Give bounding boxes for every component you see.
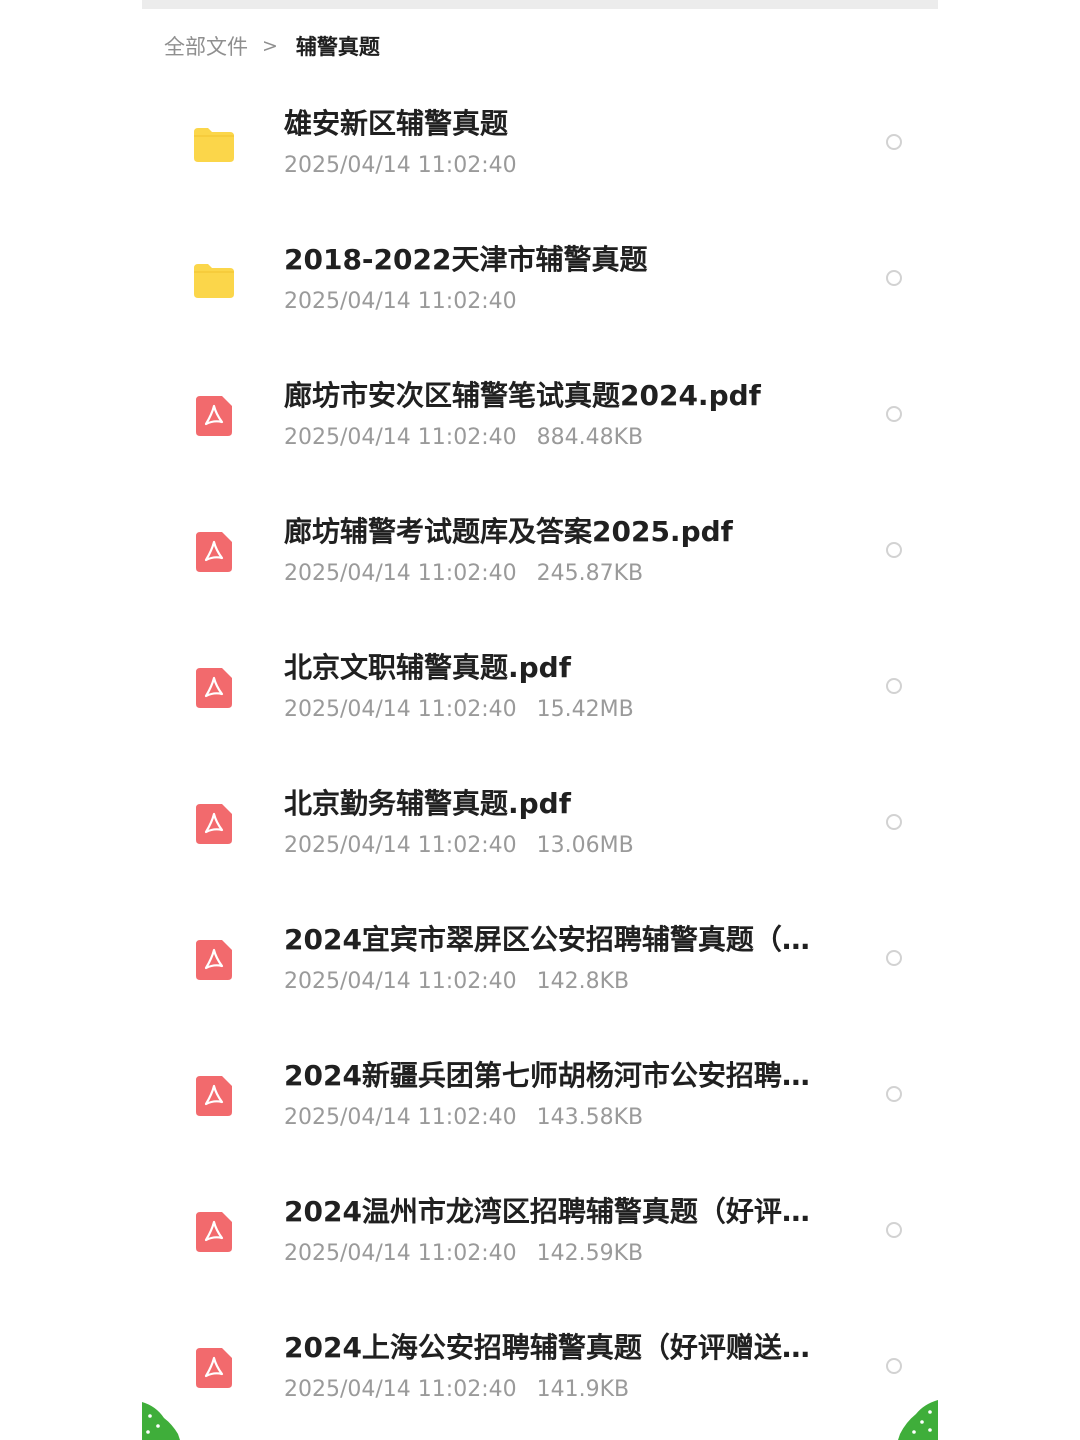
breadcrumb-separator: > — [262, 35, 278, 57]
file-size: 143.58KB — [536, 1105, 644, 1130]
plant-decoration-left — [142, 1402, 180, 1440]
folder-icon — [192, 258, 236, 302]
file-row[interactable]: 2018-2022天津市辅警真题 2025/04/14 11:02:40 — [142, 212, 938, 348]
select-radio[interactable] — [886, 134, 902, 150]
breadcrumb-current: 辅警真题 — [295, 35, 380, 59]
file-name: 廊坊辅警考试题库及答案2025.pdf — [284, 515, 733, 548]
file-meta: 2025/04/14 11:02:40 13.06MB — [284, 830, 634, 862]
file-meta: 2025/04/14 11:02:40 884.48KB — [284, 422, 643, 454]
select-radio[interactable] — [886, 1222, 902, 1238]
file-meta: 2025/04/14 11:02:40 142.8KB — [284, 966, 629, 998]
file-size: 142.8KB — [536, 969, 630, 994]
file-date: 2025/04/14 11:02:40 — [284, 833, 517, 858]
pdf-icon — [192, 394, 236, 438]
file-meta: 2025/04/14 11:02:40 143.58KB — [284, 1102, 643, 1134]
pdf-icon — [192, 938, 236, 982]
breadcrumb: 全部文件 > 辅警真题 — [164, 30, 380, 62]
select-radio[interactable] — [886, 1086, 902, 1102]
file-row[interactable]: 廊坊市安次区辅警笔试真题2024.pdf 2025/04/14 11:02:40 8… — [142, 348, 938, 484]
file-date: 2025/04/14 11:02:40 — [284, 1377, 517, 1402]
file-meta: 2025/04/14 11:02:40 15.42MB — [284, 694, 634, 726]
pdf-icon — [192, 802, 236, 846]
file-row[interactable]: 雄安新区辅警真题 2025/04/14 11:02:40 — [142, 76, 938, 212]
folder-icon — [192, 122, 236, 166]
file-list: 雄安新区辅警真题 2025/04/14 11:02:40 2018-2022天津市辅… — [142, 76, 938, 1436]
file-date: 2025/04/14 11:02:40 — [284, 697, 517, 722]
file-name: 雄安新区辅警真题 — [284, 107, 509, 140]
file-date: 2025/04/14 11:02:40 — [284, 561, 517, 586]
select-radio[interactable] — [886, 542, 902, 558]
breadcrumb-root[interactable]: 全部文件 — [164, 31, 248, 61]
file-name: 2024上海公安招聘辅警真题（好评赠送… — [284, 1331, 810, 1364]
file-row[interactable]: 2024宜宾市翠屏区公安招聘辅警真题（… 2025/04/14 11:02:40 1… — [142, 892, 938, 1028]
select-radio[interactable] — [886, 814, 902, 830]
pdf-icon — [192, 666, 236, 710]
file-name: 2024温州市龙湾区招聘辅警真题（好评… — [284, 1195, 810, 1228]
file-size: 884.48KB — [536, 425, 644, 450]
file-row[interactable]: 北京文职辅警真题.pdf 2025/04/14 11:02:40 15.42MB — [142, 620, 938, 756]
file-meta: 2025/04/14 11:02:40 142.59KB — [284, 1238, 643, 1270]
file-date: 2025/04/14 11:02:40 — [284, 425, 517, 450]
file-meta: 2025/04/14 11:02:40 — [284, 150, 517, 182]
file-row[interactable]: 2024新疆兵团第七师胡杨河市公安招聘… 2025/04/14 11:02:40 1… — [142, 1028, 938, 1164]
file-name: 北京勤务辅警真题.pdf — [284, 787, 571, 820]
plant-decoration-right — [898, 1400, 938, 1440]
file-name: 2024宜宾市翠屏区公安招聘辅警真题（… — [284, 923, 810, 956]
file-meta: 2025/04/14 11:02:40 141.9KB — [284, 1374, 629, 1406]
file-size: 15.42MB — [536, 697, 634, 722]
select-radio[interactable] — [886, 678, 902, 694]
file-size: 245.87KB — [536, 561, 644, 586]
pdf-icon — [192, 530, 236, 574]
file-row[interactable]: 2024上海公安招聘辅警真题（好评赠送… 2025/04/14 11:02:40 1… — [142, 1300, 938, 1436]
top-bar — [142, 0, 938, 9]
file-meta: 2025/04/14 11:02:40 245.87KB — [284, 558, 643, 590]
select-radio[interactable] — [886, 270, 902, 286]
file-name: 2018-2022天津市辅警真题 — [284, 243, 648, 276]
pdf-icon — [192, 1210, 236, 1254]
file-date: 2025/04/14 11:02:40 — [284, 1241, 517, 1266]
file-size: 13.06MB — [536, 833, 634, 858]
file-row[interactable]: 2024温州市龙湾区招聘辅警真题（好评… 2025/04/14 11:02:40 1… — [142, 1164, 938, 1300]
file-size: 141.9KB — [536, 1377, 630, 1402]
file-name: 2024新疆兵团第七师胡杨河市公安招聘… — [284, 1059, 810, 1092]
file-row[interactable]: 廊坊辅警考试题库及答案2025.pdf 2025/04/14 11:02:40 24… — [142, 484, 938, 620]
pdf-icon — [192, 1074, 236, 1118]
file-date: 2025/04/14 11:02:40 — [284, 969, 517, 994]
select-radio[interactable] — [886, 950, 902, 966]
select-radio[interactable] — [886, 406, 902, 422]
file-date: 2025/04/14 11:02:40 — [284, 289, 517, 314]
file-meta: 2025/04/14 11:02:40 — [284, 286, 517, 318]
select-radio[interactable] — [886, 1358, 902, 1374]
file-size: 142.59KB — [536, 1241, 644, 1266]
file-date: 2025/04/14 11:02:40 — [284, 153, 517, 178]
file-name: 廊坊市安次区辅警笔试真题2024.pdf — [284, 379, 761, 412]
file-row[interactable]: 北京勤务辅警真题.pdf 2025/04/14 11:02:40 13.06MB — [142, 756, 938, 892]
file-date: 2025/04/14 11:02:40 — [284, 1105, 517, 1130]
file-name: 北京文职辅警真题.pdf — [284, 651, 571, 684]
file-browser: 全部文件 > 辅警真题 雄安新区辅警真题 2025/04/14 11:02:40 2… — [142, 0, 938, 1440]
pdf-icon — [192, 1346, 236, 1390]
